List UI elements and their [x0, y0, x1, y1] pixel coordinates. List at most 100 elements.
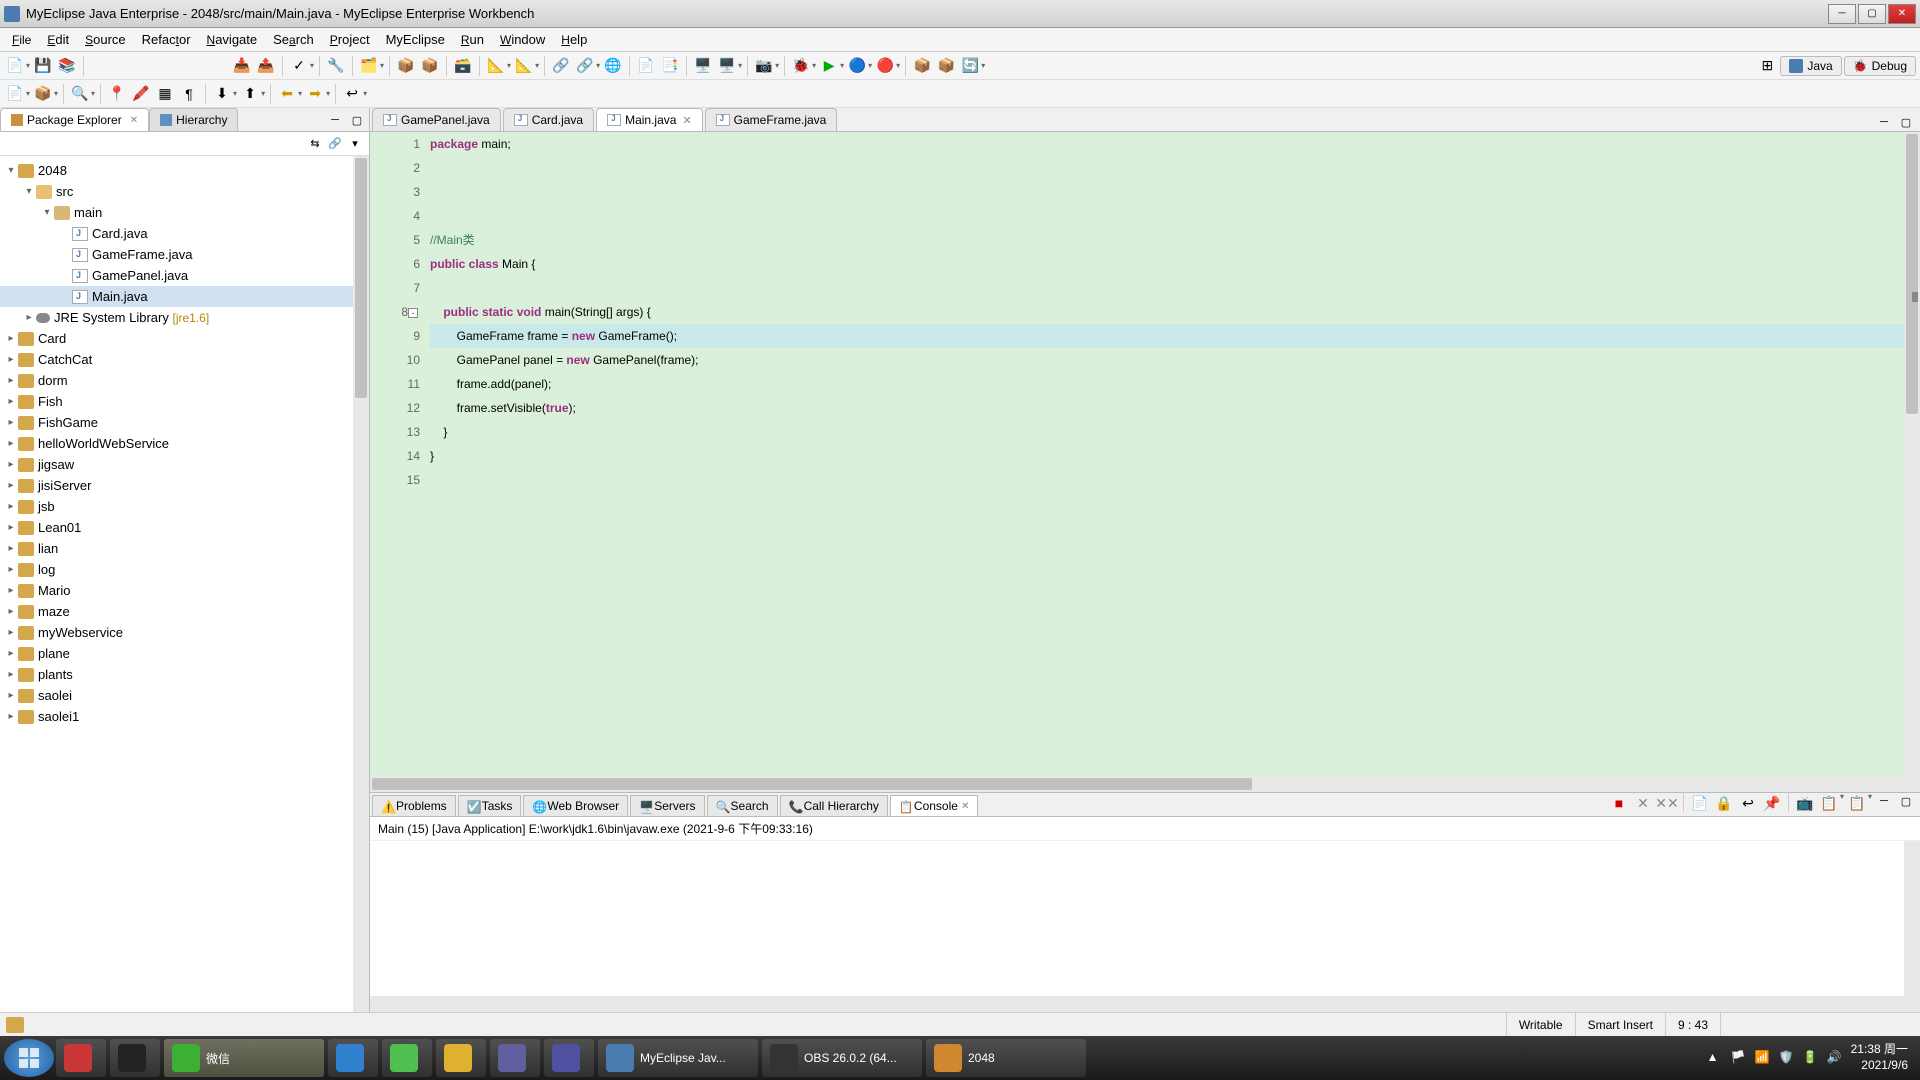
tree-project-plane[interactable]: ▸plane [0, 643, 369, 664]
tree-project-dorm[interactable]: ▸dorm [0, 370, 369, 391]
menu-project[interactable]: Project [322, 29, 378, 50]
tree-project-mywebservice[interactable]: ▸myWebservice [0, 622, 369, 643]
bottom-tab-search[interactable]: 🔍Search [707, 795, 778, 816]
toolbar-btn-t[interactable]: 📦 [935, 55, 957, 77]
tree-project-log[interactable]: ▸log [0, 559, 369, 580]
taskbar-item[interactable] [544, 1039, 594, 1077]
view-menu-button[interactable]: ▾ [345, 135, 365, 153]
maximize-button[interactable]: ▢ [1858, 4, 1886, 24]
perspective-debug[interactable]: 🐞 Debug [1844, 56, 1916, 76]
line-number-gutter[interactable]: 12345678-9101112131415 [386, 132, 426, 776]
toolbar-btn-b[interactable]: 📤 [255, 55, 277, 77]
new-button[interactable]: 📄 [4, 55, 26, 77]
bottom-tab-web-browser[interactable]: 🌐Web Browser [523, 795, 628, 816]
tree-file-card-java[interactable]: Card.java [0, 223, 369, 244]
tree-project-mario[interactable]: ▸Mario [0, 580, 369, 601]
toolbar-btn-d[interactable]: 🔧 [325, 55, 347, 77]
menu-window[interactable]: Window [492, 29, 553, 50]
toolbar-btn-l[interactable]: 🔗 [574, 55, 596, 77]
new-console-button[interactable]: 📋 [1846, 792, 1868, 814]
next-annotation-button[interactable]: ⬇ [211, 83, 233, 105]
menu-refactor[interactable]: Refactor [134, 29, 199, 50]
start-button[interactable] [4, 1039, 54, 1077]
code-text-area[interactable]: package main;//Main类public class Main { … [426, 132, 1904, 776]
tree-project-saolei1[interactable]: ▸saolei1 [0, 706, 369, 727]
taskbar-item[interactable] [436, 1039, 486, 1077]
taskbar-item[interactable]: OBS 26.0.2 (64... [762, 1039, 922, 1077]
tree-src-folder[interactable]: ▾src [0, 181, 369, 202]
menu-source[interactable]: Source [77, 29, 134, 50]
perspective-java[interactable]: Java [1780, 56, 1841, 76]
taskbar-item[interactable] [382, 1039, 432, 1077]
terminate-button[interactable]: ■ [1608, 792, 1630, 814]
menu-myeclipse[interactable]: MyEclipse [378, 29, 453, 50]
block-select-button[interactable]: ▦ [154, 83, 176, 105]
save-button[interactable]: 💾 [32, 55, 54, 77]
tree-scrollbar[interactable] [353, 156, 369, 1012]
tray-up-icon[interactable]: ▲ [1707, 1050, 1723, 1066]
close-icon[interactable]: ✕ [130, 115, 138, 126]
toggle-mark-button[interactable]: 📍 [106, 83, 128, 105]
tray-clock[interactable]: 21:38 周一 2021/9/6 [1851, 1042, 1908, 1073]
annotation-ruler[interactable] [370, 132, 386, 776]
tree-jre-library[interactable]: ▸JRE System Library [jre1.6] [0, 307, 369, 328]
bottom-tab-console[interactable]: 📋Console ✕ [890, 795, 978, 816]
menu-edit[interactable]: Edit [39, 29, 77, 50]
run-button[interactable]: ▶ [818, 55, 840, 77]
code-editor[interactable]: 12345678-9101112131415 package main;//Ma… [370, 132, 1920, 776]
close-icon[interactable]: ✕ [682, 114, 691, 127]
pin-console-button[interactable]: 📌 [1761, 792, 1783, 814]
maximize-view-button[interactable]: ▢ [347, 111, 367, 129]
tree-project-saolei[interactable]: ▸saolei [0, 685, 369, 706]
tree-project-fish[interactable]: ▸Fish [0, 391, 369, 412]
last-edit-button[interactable]: ↩ [341, 83, 363, 105]
tree-package-main[interactable]: ▾main [0, 202, 369, 223]
debug-button[interactable]: 🐞 [790, 55, 812, 77]
minimize-view-button[interactable]: ─ [325, 111, 345, 129]
toolbar-btn-g[interactable]: 📦 [419, 55, 441, 77]
clear-console-button[interactable]: 📄 [1689, 792, 1711, 814]
hierarchy-tab[interactable]: Hierarchy [149, 108, 238, 131]
menu-search[interactable]: Search [265, 29, 322, 50]
menu-help[interactable]: Help [553, 29, 595, 50]
editor-tab-card-java[interactable]: Card.java [503, 108, 594, 131]
toolbar-btn-q[interactable]: 🖥️ [716, 55, 738, 77]
console-vertical-scrollbar[interactable] [1904, 841, 1920, 1012]
taskbar-item[interactable]: 微信 [164, 1039, 324, 1077]
toolbar-btn-e[interactable]: 🗂️ [358, 55, 380, 77]
minimize-bottom-button[interactable]: ─ [1874, 792, 1894, 810]
toolbar-btn-r[interactable]: 📷 [753, 55, 775, 77]
toolbar-btn-o[interactable]: 📑 [659, 55, 681, 77]
menu-navigate[interactable]: Navigate [199, 29, 266, 50]
taskbar-item[interactable] [490, 1039, 540, 1077]
tree-project-jisiserver[interactable]: ▸jisiServer [0, 475, 369, 496]
tree-project-helloworldwebservice[interactable]: ▸helloWorldWebService [0, 433, 369, 454]
tree-project-2048[interactable]: ▾2048 [0, 160, 369, 181]
tray-battery-icon[interactable]: 🔋 [1803, 1050, 1819, 1066]
remove-launch-button[interactable]: ✕ [1632, 792, 1654, 814]
tree-project-lean01[interactable]: ▸Lean01 [0, 517, 369, 538]
prev-annotation-button[interactable]: ⬆ [239, 83, 261, 105]
editor-tab-gameframe-java[interactable]: GameFrame.java [705, 108, 838, 131]
menu-file[interactable]: File [4, 29, 39, 50]
toolbar-btn-c[interactable]: ✓ [288, 55, 310, 77]
word-wrap-button[interactable]: ↩ [1737, 792, 1759, 814]
collapse-all-button[interactable]: ⇆ [305, 135, 325, 153]
display-console-button[interactable]: 📺 [1794, 792, 1816, 814]
open-console-button[interactable]: 📋 [1818, 792, 1840, 814]
search-button[interactable]: 🔍 [69, 83, 91, 105]
scroll-lock-button[interactable]: 🔒 [1713, 792, 1735, 814]
tree-project-jigsaw[interactable]: ▸jigsaw [0, 454, 369, 475]
show-whitespace-button[interactable]: ¶ [178, 83, 200, 105]
toolbar-btn-s[interactable]: 📦 [911, 55, 933, 77]
toolbar-btn-n[interactable]: 📄 [635, 55, 657, 77]
tree-project-fishgame[interactable]: ▸FishGame [0, 412, 369, 433]
bottom-tab-problems[interactable]: ⚠️Problems [372, 795, 456, 816]
bottom-tab-call-hierarchy[interactable]: 📞Call Hierarchy [780, 795, 888, 816]
toolbar-btn-j[interactable]: 📐 [513, 55, 535, 77]
system-tray[interactable]: ▲ 🏳️ 📶 🛡️ 🔋 🔊 21:38 周一 2021/9/6 [1707, 1042, 1916, 1073]
save-all-button[interactable]: 📚 [56, 55, 78, 77]
console-output[interactable] [370, 841, 1920, 1012]
maximize-bottom-button[interactable]: ▢ [1896, 792, 1916, 810]
toolbar-btn-k[interactable]: 🔗 [550, 55, 572, 77]
